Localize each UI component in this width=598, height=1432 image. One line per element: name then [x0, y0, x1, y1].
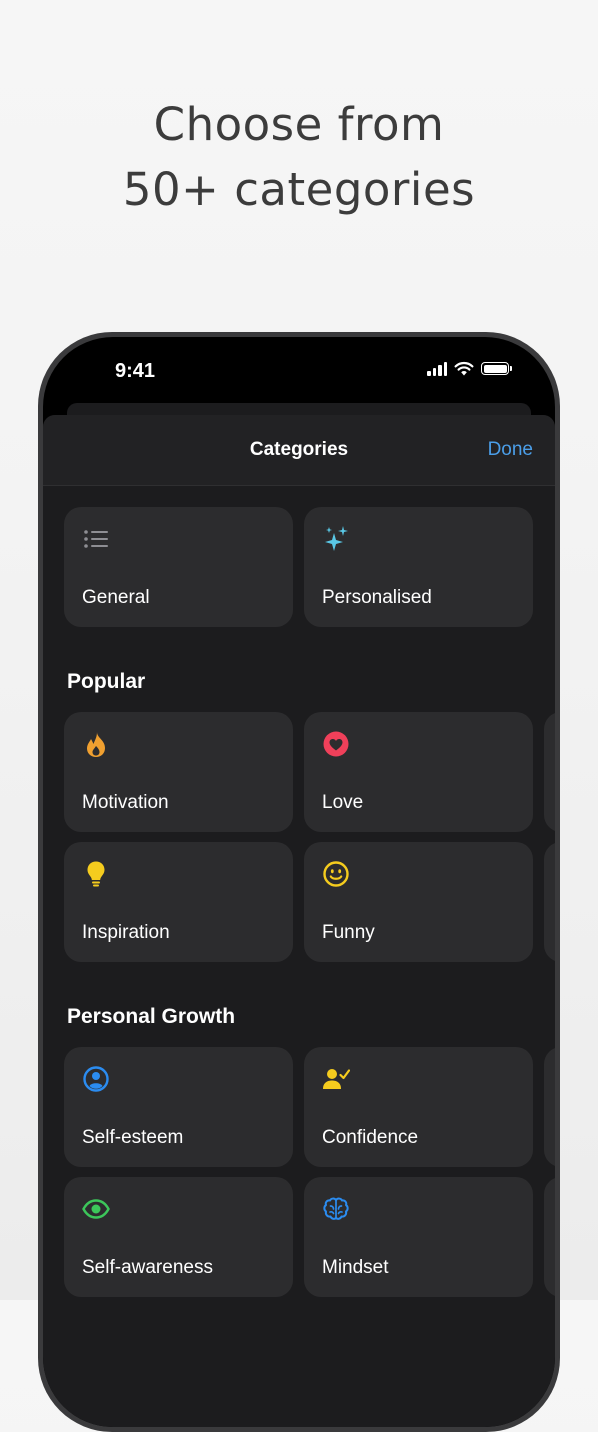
smiley-icon: [323, 861, 349, 887]
category-label: Self-esteem: [82, 1127, 184, 1148]
category-label: Self-awareness: [82, 1257, 213, 1278]
category-card-peek[interactable]: [544, 1047, 555, 1167]
phone-frame: 9:41 Categories Done General Personalise…: [38, 332, 560, 1432]
phone-screen: 9:41 Categories Done General Personalise…: [43, 337, 555, 1427]
status-icons: [427, 361, 512, 376]
category-card-motivation[interactable]: Motivation: [64, 712, 293, 832]
list-icon: [84, 530, 108, 548]
sparkles-icon: [325, 526, 348, 551]
category-label: Inspiration: [82, 922, 170, 943]
wifi-icon: [454, 361, 474, 376]
person-check-icon: [323, 1069, 350, 1089]
section-title-popular: Popular: [67, 670, 146, 693]
category-label: Funny: [322, 922, 375, 943]
section-title-personal-growth: Personal Growth: [67, 1005, 236, 1028]
category-card-mindset[interactable]: Mindset: [304, 1177, 533, 1297]
category-card-peek[interactable]: [544, 712, 555, 832]
category-card-self-esteem[interactable]: Self-esteem: [64, 1047, 293, 1167]
headline-line-1: Choose from: [153, 98, 445, 151]
category-card-funny[interactable]: Funny: [304, 842, 533, 962]
headline: Choose from 50+ categories: [0, 92, 598, 222]
brain-icon: [323, 1197, 349, 1220]
status-time: 9:41: [115, 360, 156, 382]
person-circle-icon: [83, 1066, 109, 1092]
battery-icon: [481, 362, 512, 375]
headline-line-2: 50+ categories: [122, 163, 476, 216]
category-label: General: [82, 587, 150, 608]
category-card-love[interactable]: Love: [304, 712, 533, 832]
category-label: Love: [322, 792, 364, 813]
nav-title: Categories: [249, 439, 349, 460]
category-card-peek[interactable]: [544, 842, 555, 962]
category-card-peek[interactable]: [544, 1177, 555, 1297]
eye-icon: [82, 1199, 110, 1219]
category-card-self-awareness[interactable]: Self-awareness: [64, 1177, 293, 1297]
category-label: Motivation: [82, 792, 169, 813]
done-button[interactable]: Done: [488, 439, 533, 461]
flame-icon: [87, 732, 105, 757]
nav-bar: Categories Done: [43, 415, 555, 486]
category-card-confidence[interactable]: Confidence: [304, 1047, 533, 1167]
cellular-signal-icon: [427, 361, 447, 376]
category-card-personalised[interactable]: Personalised: [304, 507, 533, 627]
category-label: Personalised: [322, 587, 432, 608]
category-label: Mindset: [322, 1257, 389, 1278]
lightbulb-icon: [87, 861, 105, 887]
category-card-inspiration[interactable]: Inspiration: [64, 842, 293, 962]
categories-sheet: Categories Done General Personalised Pop…: [43, 415, 555, 1427]
heart-icon: [323, 731, 349, 757]
category-card-general[interactable]: General: [64, 507, 293, 627]
category-label: Confidence: [322, 1127, 419, 1148]
